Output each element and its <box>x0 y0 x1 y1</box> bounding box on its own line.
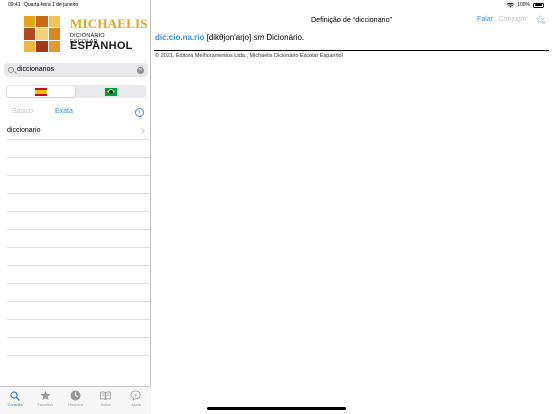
entry-grammar: sm <box>253 33 265 42</box>
tab-bar: Consulta Favoritos Histórico Índice ? Aj… <box>0 386 151 414</box>
tab-indice[interactable]: Índice <box>91 387 121 414</box>
search-mode: Básico Exata i <box>0 106 151 118</box>
chevron-right-icon <box>139 128 145 134</box>
michaelis-logo: MICHAELIS DICIONÁRIO ESCOLAR ESPANHOL <box>24 16 147 56</box>
tab-historico[interactable]: Histórico <box>60 387 90 414</box>
list-row-empty <box>7 140 151 158</box>
list-row-empty <box>7 158 151 176</box>
list-row-empty <box>7 194 151 212</box>
clock-icon <box>70 390 81 401</box>
tab-ajuda[interactable]: ? Ajuda <box>121 387 151 414</box>
search-icon <box>8 66 14 73</box>
sidebar: MICHAELIS DICIONÁRIO ESCOLAR ESPANHOL di… <box>0 0 151 414</box>
logo-product: ESPANHOL <box>70 40 133 52</box>
book-icon <box>100 390 112 401</box>
battery-percent: 100% <box>517 2 530 8</box>
speak-button[interactable]: Falar <box>477 10 493 30</box>
logo-mosaic-icon <box>24 16 60 52</box>
list-row-empty <box>7 266 151 284</box>
copyright-notice: © 2021, Editora Melhoramentos Ltda., Mic… <box>155 53 343 59</box>
wifi-icon <box>507 2 515 8</box>
entry-definition: Dicionário. <box>264 33 305 42</box>
favorite-add-icon[interactable] <box>535 14 546 25</box>
status-right: 100% <box>507 0 544 10</box>
mode-basic[interactable]: Básico <box>12 106 33 118</box>
tab-label: Favoritos <box>37 403 54 407</box>
search-field[interactable]: diccionarios ✕ <box>4 63 148 77</box>
home-indicator[interactable] <box>207 407 346 410</box>
tab-label: Ajuda <box>131 403 141 407</box>
svg-text:?: ? <box>135 393 138 398</box>
flag-brazil-icon <box>105 87 117 96</box>
list-row-empty <box>7 284 151 302</box>
list-row-empty <box>7 212 151 230</box>
entry-headword: dic.cio.na.rio <box>155 33 205 42</box>
detail-pane: Definição de “diccionario” Falar Conjuga… <box>151 0 552 414</box>
language-option-spanish[interactable] <box>7 86 75 97</box>
tab-consulta[interactable]: Consulta <box>0 387 30 414</box>
list-item[interactable]: diccionario <box>7 122 151 140</box>
entry-pronunciation: [dikθjon'arjo] <box>204 33 254 42</box>
status-date: Quarta-feira 1 de janeiro <box>24 2 79 8</box>
results-list: diccionario <box>0 122 151 356</box>
entry-divider <box>154 50 549 51</box>
list-row-empty <box>7 320 151 338</box>
list-row-empty <box>7 248 151 266</box>
detail-navbar: Definição de “diccionario” Falar Conjuga… <box>151 10 552 30</box>
info-icon[interactable]: i <box>135 107 144 117</box>
battery-icon <box>533 2 544 8</box>
list-row-empty <box>7 338 151 356</box>
tab-label: Consulta <box>7 403 23 407</box>
tab-favoritos[interactable]: Favoritos <box>30 387 60 414</box>
tab-label: Histórico <box>68 403 83 407</box>
help-icon: ? <box>130 390 141 401</box>
status-bar: 09:41 Quarta-feira 1 de janeiro 100% <box>0 0 552 10</box>
mode-exact[interactable]: Exata <box>55 106 73 118</box>
language-option-portuguese[interactable] <box>77 86 145 97</box>
tab-label: Índice <box>100 403 111 407</box>
list-row-empty <box>7 230 151 248</box>
list-item-label: diccionario <box>7 127 41 134</box>
list-row-empty <box>7 176 151 194</box>
conjugate-button[interactable]: Conjugar <box>499 10 527 30</box>
language-toggle <box>6 85 146 98</box>
logo-brand: MICHAELIS <box>70 16 148 31</box>
search-input[interactable]: diccionarios <box>17 63 54 77</box>
list-row-empty <box>7 302 151 320</box>
app-screen: 09:41 Quarta-feira 1 de janeiro 100% MIC… <box>0 0 552 414</box>
status-time: 09:41 <box>8 2 21 8</box>
star-icon <box>40 390 51 401</box>
flag-spain-icon <box>35 87 47 96</box>
search-icon <box>10 390 21 401</box>
clear-icon[interactable]: ✕ <box>137 66 144 74</box>
dictionary-entry: dic.cio.na.rio [dikθjon'arjo] sm Dicioná… <box>155 33 304 43</box>
